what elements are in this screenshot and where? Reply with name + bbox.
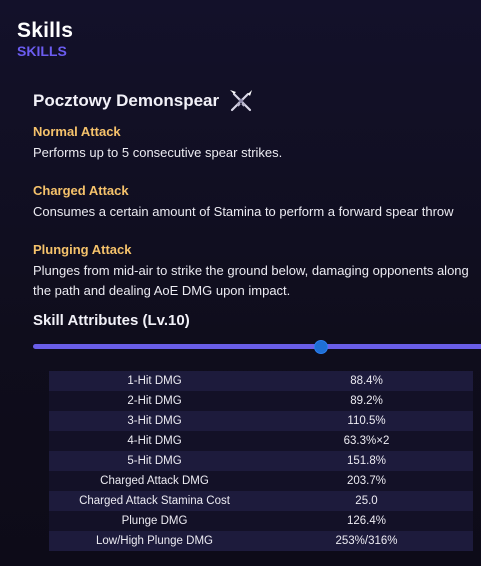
- attribute-value: 110.5%: [347, 415, 386, 427]
- attribute-label: 5-Hit DMG: [127, 455, 182, 467]
- attribute-value: 151.8%: [346, 455, 386, 467]
- attribute-label: 4-Hit DMG: [127, 435, 182, 447]
- attribute-label: Charged Attack DMG: [100, 475, 209, 487]
- attribute-value: 63.3%×2: [343, 435, 390, 447]
- attack-description: Performs up to 5 consecutive spear strik…: [33, 145, 283, 160]
- attribute-value: 89.2%: [350, 395, 383, 407]
- skill-attributes-title: Skill Attributes (Lv.10): [33, 312, 190, 329]
- skills-page: Skills SKILLS Pocztowy Demonspear Normal…: [0, 0, 481, 566]
- page-header: Skills SKILLS: [17, 19, 74, 60]
- page-title: Skills: [17, 19, 74, 42]
- attribute-value: 203.7%: [346, 475, 386, 487]
- skill-attributes-table: 1-Hit DMG 88.4% 2-Hit DMG 89.2% 3-Hit DMG 110…: [49, 371, 473, 551]
- attack-name: Charged Attack: [33, 183, 129, 198]
- attribute-label: 2-Hit DMG: [127, 395, 182, 407]
- table-row: 3-Hit DMG 110.5%: [49, 411, 473, 431]
- table-row: 1-Hit DMG 88.4%: [49, 371, 473, 391]
- attribute-value: 25.0: [355, 495, 378, 507]
- attribute-label: Plunge DMG: [121, 515, 188, 527]
- weapon-name: Pocztowy Demonspear: [33, 91, 220, 110]
- attribute-value: 253%/316%: [335, 535, 398, 547]
- slider-track[interactable]: [33, 344, 481, 349]
- level-slider[interactable]: [33, 340, 481, 354]
- crossed-spears-icon: [228, 88, 254, 114]
- plunging-attack-section: Plunging Attack Plunges from mid-air to …: [33, 242, 481, 301]
- attack-name: Plunging Attack: [33, 242, 132, 257]
- attribute-label: Charged Attack Stamina Cost: [79, 495, 230, 507]
- table-row: Charged Attack DMG 203.7%: [49, 471, 473, 491]
- attribute-value: 126.4%: [346, 515, 386, 527]
- slider-thumb[interactable]: [314, 340, 329, 354]
- weapon-header: Pocztowy Demonspear: [33, 88, 481, 114]
- attribute-label: 3-Hit DMG: [127, 415, 182, 427]
- normal-attack-section: Normal Attack Performs up to 5 consecuti…: [33, 124, 481, 163]
- attribute-label: 1-Hit DMG: [127, 375, 182, 387]
- table-row: 5-Hit DMG 151.8%: [49, 451, 473, 471]
- table-row: 2-Hit DMG 89.2%: [49, 391, 473, 411]
- attack-description: Consumes a certain amount of Stamina to …: [33, 204, 454, 219]
- page-subtitle: SKILLS: [17, 43, 67, 59]
- charged-attack-section: Charged Attack Consumes a certain amount…: [33, 183, 481, 222]
- attack-name: Normal Attack: [33, 124, 121, 139]
- attack-description: Plunges from mid-air to strike the groun…: [33, 263, 469, 298]
- skill-content: Pocztowy Demonspear Normal Attack Perfor…: [33, 88, 481, 301]
- table-row: 4-Hit DMG 63.3%×2: [49, 431, 473, 451]
- attribute-value: 88.4%: [350, 375, 383, 387]
- table-row: Charged Attack Stamina Cost 25.0: [49, 491, 473, 511]
- attribute-label: Low/High Plunge DMG: [96, 535, 213, 547]
- table-row: Low/High Plunge DMG 253%/316%: [49, 531, 473, 551]
- table-row: Plunge DMG 126.4%: [49, 511, 473, 531]
